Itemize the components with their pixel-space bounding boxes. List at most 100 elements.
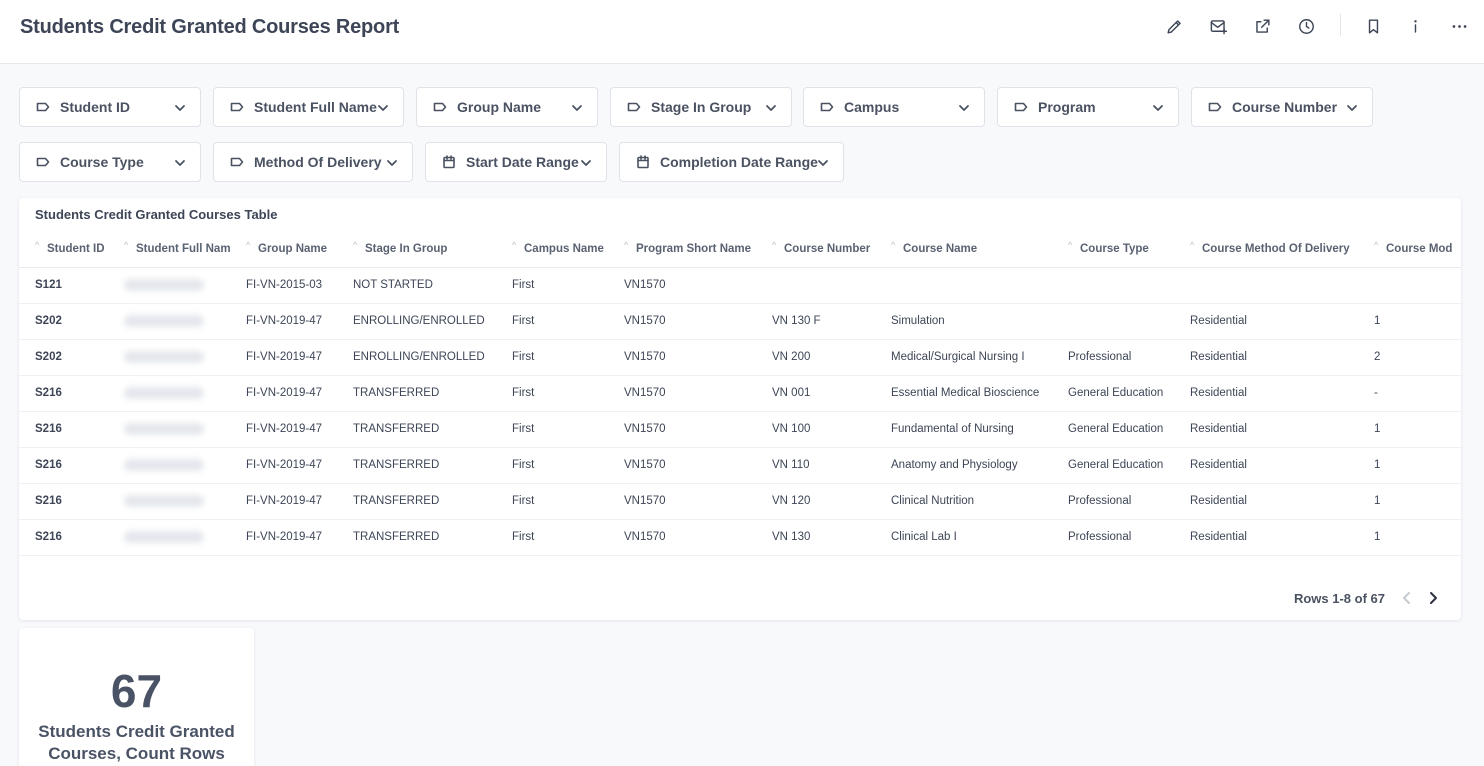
tag-icon [230, 100, 244, 114]
table-cell: VN1570 [608, 303, 756, 340]
filter-course-type[interactable]: Course Type [19, 142, 201, 182]
column-header-label: Course Mod [1386, 243, 1453, 256]
table-row[interactable]: S121 FI-VN-2015-03 NOT STARTED First VN1570 [19, 267, 1461, 304]
column-header-label: Course Method Of Delivery [1202, 243, 1350, 256]
table-row[interactable]: S216 FI-VN-2019-47 TRANSFERRED First VN1570 V… [19, 447, 1461, 484]
column-header[interactable]: ^ Group Name [230, 232, 337, 268]
table-cell [108, 267, 230, 304]
history-icon[interactable] [1294, 14, 1318, 38]
table-cell: Clinical Lab I [875, 519, 1052, 556]
table-cell: Professional [1052, 339, 1174, 376]
column-header-label: Program Short Name [636, 243, 752, 256]
table-cell: Professional [1052, 483, 1174, 520]
redacted-name [124, 350, 204, 363]
table-cell: Clinical Nutrition [875, 483, 1052, 520]
column-header[interactable]: ^ Course Name [875, 232, 1052, 268]
schedule-delivery-icon[interactable] [1206, 14, 1230, 38]
table-cell: General Education [1052, 447, 1174, 484]
table-cell: 1 [1358, 483, 1461, 520]
column-header[interactable]: ^ Course Type [1052, 232, 1174, 268]
sort-icon: ^ [1190, 240, 1195, 250]
redacted-name [124, 314, 204, 327]
table-cell: 1 [1358, 519, 1461, 556]
calendar-icon [636, 155, 650, 169]
tag-icon [36, 155, 50, 169]
table-cell: VN 001 [756, 375, 875, 412]
info-icon[interactable] [1403, 14, 1427, 38]
table-cell: First [496, 447, 608, 484]
table-cell: FI-VN-2019-47 [230, 483, 337, 520]
table-cell: Anatomy and Physiology [875, 447, 1052, 484]
table-cell: S216 [19, 519, 108, 556]
filter-student-id[interactable]: Student ID [19, 87, 201, 127]
column-header[interactable]: ^ Course Mod [1358, 232, 1461, 268]
chevron-down-icon [1346, 101, 1358, 113]
bookmark-icon[interactable] [1361, 14, 1385, 38]
table-cell: 2 [1358, 339, 1461, 376]
table-cell: Fundamental of Nursing [875, 411, 1052, 448]
table-cell [108, 339, 230, 376]
column-header[interactable]: ^ Program Short Name [608, 232, 756, 268]
calendar-icon [442, 155, 456, 169]
chevron-down-icon [571, 101, 583, 113]
table-cell: S202 [19, 339, 108, 376]
filter-label: Start Date Range [466, 154, 579, 170]
table-cell [108, 375, 230, 412]
table-cell: FI-VN-2015-03 [230, 267, 337, 304]
table-cell [756, 267, 875, 304]
filter-program[interactable]: Program [997, 87, 1179, 127]
table-cell [108, 519, 230, 556]
table-cell: VN1570 [608, 483, 756, 520]
filter-course-number[interactable]: Course Number [1191, 87, 1373, 127]
column-header[interactable]: ^ Student ID [19, 232, 108, 268]
table-cell: Residential [1174, 519, 1358, 556]
column-header[interactable]: ^ Student Full Name [108, 232, 230, 268]
table-row[interactable]: S216 FI-VN-2019-47 TRANSFERRED First VN1570 V… [19, 483, 1461, 520]
edit-icon[interactable] [1162, 14, 1186, 38]
table-cell: VN 100 [756, 411, 875, 448]
filter-completion-date-range[interactable]: Completion Date Range [619, 142, 844, 182]
table-row[interactable]: S216 FI-VN-2019-47 TRANSFERRED First VN1570 V… [19, 411, 1461, 448]
share-icon[interactable] [1250, 14, 1274, 38]
redacted-name [124, 386, 204, 399]
column-header[interactable]: ^ Course Method Of Delivery [1174, 232, 1358, 268]
prev-page-icon[interactable] [1397, 588, 1417, 608]
table-cell: Professional [1052, 519, 1174, 556]
sort-icon: ^ [891, 240, 896, 250]
column-header-label: Student Full Name [136, 243, 230, 256]
table-cell: First [496, 339, 608, 376]
filter-campus[interactable]: Campus [803, 87, 985, 127]
toolbar-divider [1340, 14, 1341, 36]
filter-student-full-name[interactable]: Student Full Name [213, 87, 404, 127]
table-cell: FI-VN-2019-47 [230, 447, 337, 484]
table-cell: Residential [1174, 375, 1358, 412]
tag-icon [1014, 100, 1028, 114]
filter-method-of-delivery[interactable]: Method Of Delivery [213, 142, 413, 182]
table-cell: 1 [1358, 411, 1461, 448]
chevron-down-icon [958, 101, 970, 113]
sort-icon: ^ [124, 240, 129, 250]
table-cell: Residential [1174, 483, 1358, 520]
filter-stage-in-group[interactable]: Stage In Group [610, 87, 792, 127]
column-header[interactable]: ^ Stage In Group [337, 232, 496, 268]
table-row[interactable]: S216 FI-VN-2019-47 TRANSFERRED First VN1570 V… [19, 375, 1461, 412]
column-header[interactable]: ^ Campus Name [496, 232, 608, 268]
filter-label: Completion Date Range [660, 154, 818, 170]
filter-start-date-range[interactable]: Start Date Range [425, 142, 607, 182]
column-header[interactable]: ^ Course Number [756, 232, 875, 268]
table-row[interactable]: S216 FI-VN-2019-47 TRANSFERRED First VN1570 V… [19, 519, 1461, 556]
tag-icon [820, 100, 834, 114]
table-row[interactable]: S202 FI-VN-2019-47 ENROLLING/ENROLLED First… [19, 303, 1461, 340]
table-cell [108, 303, 230, 340]
next-page-icon[interactable] [1423, 588, 1443, 608]
table-cell: First [496, 483, 608, 520]
table-row[interactable]: S202 FI-VN-2019-47 ENROLLING/ENROLLED First… [19, 339, 1461, 376]
pagination: Rows 1-8 of 67 [1294, 588, 1443, 608]
table-cell: FI-VN-2019-47 [230, 411, 337, 448]
filter-label: Group Name [457, 99, 542, 115]
sort-icon: ^ [624, 240, 629, 250]
table-cell: VN1570 [608, 519, 756, 556]
filter-group-name[interactable]: Group Name [416, 87, 598, 127]
sort-icon: ^ [1374, 240, 1379, 250]
more-icon[interactable] [1447, 14, 1471, 38]
